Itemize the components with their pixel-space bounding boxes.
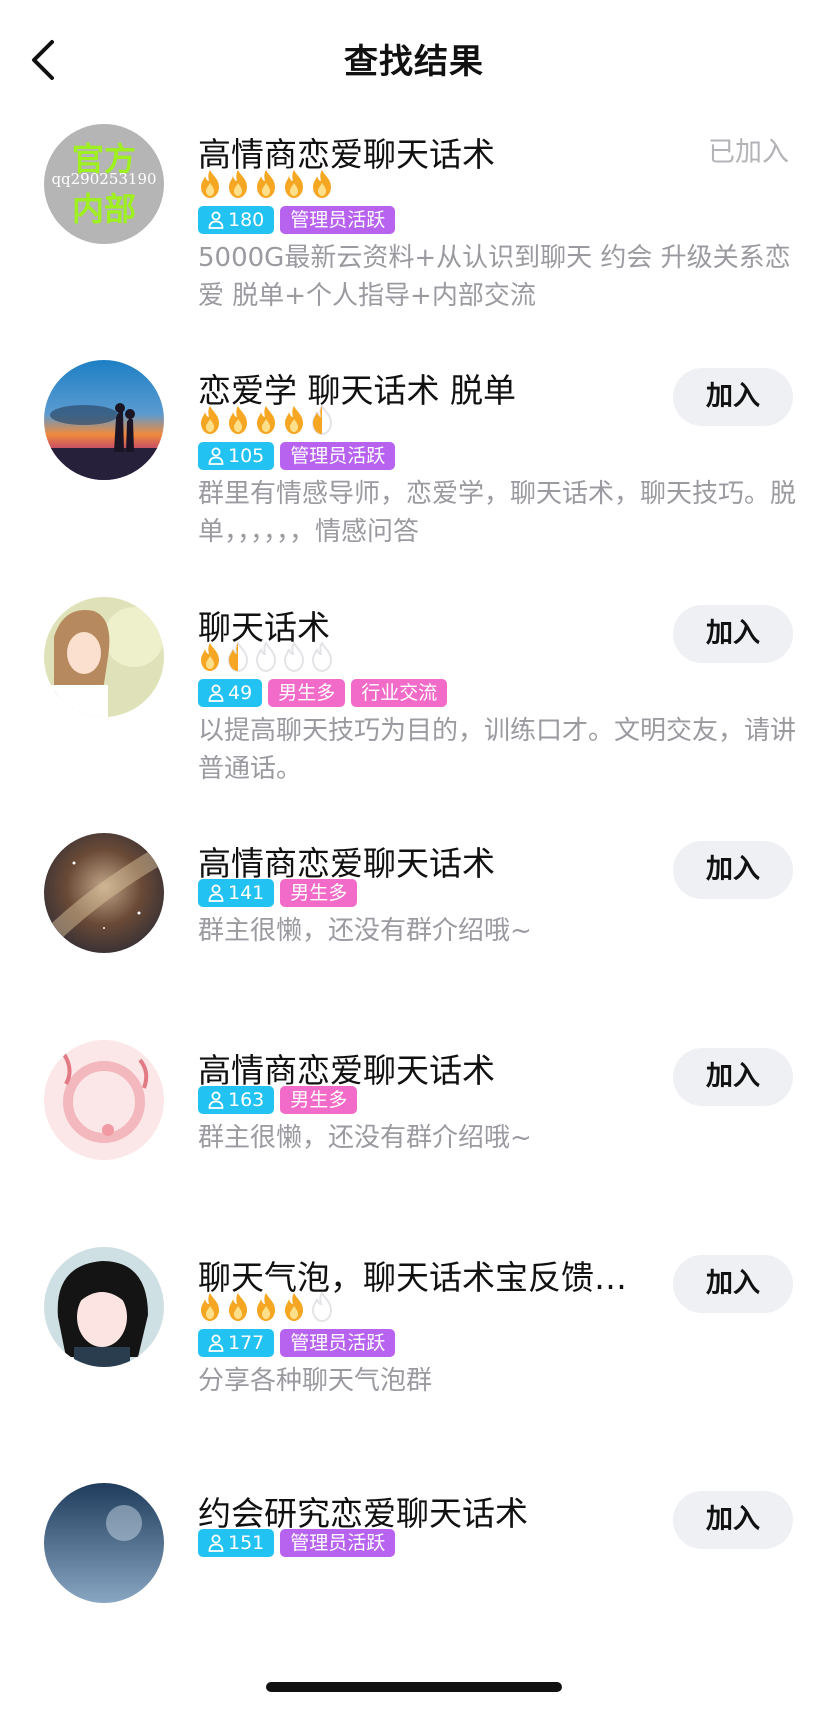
person-icon — [208, 884, 224, 902]
group-avatar[interactable] — [44, 360, 164, 480]
flame-icon — [257, 1293, 275, 1321]
member-count: 141 — [228, 882, 265, 904]
group-tag: 男生多 — [280, 1086, 358, 1114]
flame-icon — [201, 406, 219, 434]
flame-icon — [229, 170, 247, 198]
flame-icon — [227, 642, 249, 672]
member-count-badge: 151 — [198, 1529, 275, 1557]
person-icon — [208, 1091, 224, 1109]
member-count-badge: 163 — [198, 1086, 275, 1114]
group-description: 以提高聊天技巧为目的，训练口才。文明交友，请讲普通话。 — [198, 716, 797, 784]
group-description: 分享各种聊天气泡群 — [198, 1366, 433, 1396]
person-icon — [208, 447, 224, 465]
home-indicator — [266, 1682, 562, 1692]
activity-rating — [198, 405, 334, 435]
group-avatar[interactable]: 官方 qq290253190 内部 — [44, 124, 164, 244]
flame-icon — [229, 406, 247, 434]
flame-icon — [285, 406, 303, 434]
tag-row: 141 男生多 — [198, 879, 358, 907]
group-name: 高情商恋爱聊天话术 — [198, 844, 495, 883]
flame-icon — [311, 642, 333, 672]
join-button[interactable]: 加入 — [673, 368, 793, 426]
join-button[interactable]: 加入 — [673, 841, 793, 899]
flame-icon — [229, 1293, 247, 1321]
activity-rating — [198, 642, 334, 672]
person-icon — [208, 1534, 224, 1552]
group-tag: 管理员活跃 — [280, 1329, 396, 1357]
member-count: 177 — [228, 1332, 265, 1354]
join-button[interactable]: 加入 — [673, 1255, 793, 1313]
group-name: 高情商恋爱聊天话术 — [198, 1051, 495, 1090]
join-button[interactable]: 加入 — [673, 605, 793, 663]
member-count: 151 — [228, 1532, 265, 1554]
flame-icon — [311, 1292, 333, 1322]
flame-icon — [285, 170, 303, 198]
tag-row: 180 管理员活跃 — [198, 206, 396, 234]
member-count-badge: 180 — [198, 206, 275, 234]
group-avatar[interactable] — [44, 833, 164, 953]
join-button[interactable]: 加入 — [673, 1048, 793, 1106]
group-tag: 男生多 — [280, 879, 358, 907]
flame-icon — [313, 170, 331, 198]
tag-row: 151 管理员活跃 — [198, 1529, 396, 1557]
flame-icon — [201, 643, 219, 671]
nav-bar: 查找结果 — [0, 0, 828, 118]
group-tag: 男生多 — [268, 679, 346, 707]
flame-icon — [201, 170, 219, 198]
join-button[interactable]: 加入 — [673, 1491, 793, 1549]
activity-rating — [198, 169, 334, 199]
avatar-text-line2: 内部 — [71, 190, 136, 228]
flame-icon — [257, 406, 275, 434]
activity-rating — [198, 1292, 334, 1322]
member-count-badge: 49 — [198, 679, 263, 707]
flame-icon — [255, 642, 277, 672]
flame-icon — [257, 170, 275, 198]
joined-label: 已加入 — [708, 137, 789, 168]
group-avatar[interactable] — [44, 1040, 164, 1160]
person-icon — [208, 1334, 224, 1352]
group-description: 群主很懒，还没有群介绍哦~ — [198, 916, 532, 946]
member-count: 105 — [228, 445, 265, 467]
member-count-badge: 177 — [198, 1329, 275, 1357]
group-tag: 管理员活跃 — [280, 1529, 396, 1557]
member-count: 180 — [228, 209, 265, 231]
group-description: 群主很懒，还没有群介绍哦~ — [198, 1123, 532, 1153]
group-avatar[interactable] — [44, 1247, 164, 1367]
group-avatar[interactable] — [44, 1483, 164, 1603]
member-count: 49 — [228, 682, 253, 704]
group-description: 群里有情感导师，恋爱学，聊天话术，聊天技巧。脱单，，，，，，情感问答 — [198, 479, 797, 547]
person-icon — [208, 211, 224, 229]
tag-row: 49 男生多 行业交流 — [198, 679, 448, 707]
group-name: 约会研究恋爱聊天话术 — [198, 1494, 528, 1533]
member-count-badge: 105 — [198, 442, 275, 470]
group-tag: 管理员活跃 — [280, 442, 396, 470]
flame-icon — [201, 1293, 219, 1321]
flame-icon — [283, 642, 305, 672]
group-avatar[interactable] — [44, 597, 164, 717]
group-description: 5000G最新云资料+从认识到聊天 约会 升级关系恋爱 脱单+个人指导+内部交流 — [198, 243, 791, 311]
person-icon — [208, 684, 224, 702]
tag-row: 105 管理员活跃 — [198, 442, 396, 470]
member-count: 163 — [228, 1089, 265, 1111]
group-tag: 管理员活跃 — [280, 206, 396, 234]
page-title: 查找结果 — [344, 42, 484, 82]
tag-row: 163 男生多 — [198, 1086, 358, 1114]
group-tag: 行业交流 — [351, 679, 448, 707]
member-count-badge: 141 — [198, 879, 275, 907]
tag-row: 177 管理员活跃 — [198, 1329, 396, 1357]
flame-icon — [311, 405, 333, 435]
flame-icon — [285, 1293, 303, 1321]
